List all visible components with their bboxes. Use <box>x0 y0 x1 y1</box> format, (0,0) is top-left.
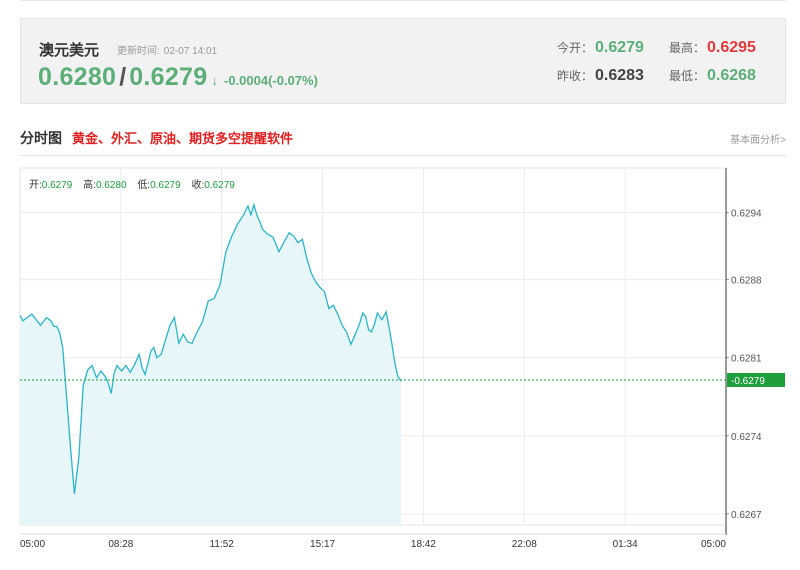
x-tick-label: 15:17 <box>310 539 335 550</box>
x-tick-label: 22:08 <box>512 539 537 550</box>
x-tick-label: 08:28 <box>108 539 133 550</box>
y-tick-label: 0.6288 <box>731 276 762 287</box>
x-tick-label: 05:00 <box>701 539 726 550</box>
ohlc-close-value: 0.6279 <box>204 180 235 191</box>
current-price-badge-label: -0.6279 <box>731 376 765 387</box>
ohlc-low-label: 低: <box>137 180 151 191</box>
ohlc-high-value: 0.6280 <box>95 180 127 191</box>
ohlc-high-label: 高: <box>83 180 96 191</box>
x-tick-label: 05:00 <box>20 539 45 550</box>
x-tick-label: 11:52 <box>210 539 235 550</box>
ohlc-low-value: 0.6279 <box>150 180 181 191</box>
x-tick-label: 01:34 <box>613 539 638 550</box>
y-tick-label: 0.6281 <box>731 354 762 365</box>
y-tick-label: 0.6267 <box>731 510 762 521</box>
ohlc-readout: 开:0.6279 高:0.6280 低:0.6279 收:0.6279 <box>29 176 235 191</box>
price-area-fill <box>20 204 401 526</box>
y-tick-label: 0.6274 <box>731 432 762 443</box>
intraday-chart[interactable]: 05:00 08:28 11:52 15:17 18:42 22:08 01:34 05:00… <box>0 0 800 570</box>
y-tick-label: 0.6294 <box>731 209 762 220</box>
ohlc-open-label: 开: <box>29 180 42 191</box>
x-tick-label: 18:42 <box>411 539 436 550</box>
ohlc-open-value: 0.6279 <box>41 180 73 191</box>
ohlc-close-label: 收: <box>191 180 205 191</box>
